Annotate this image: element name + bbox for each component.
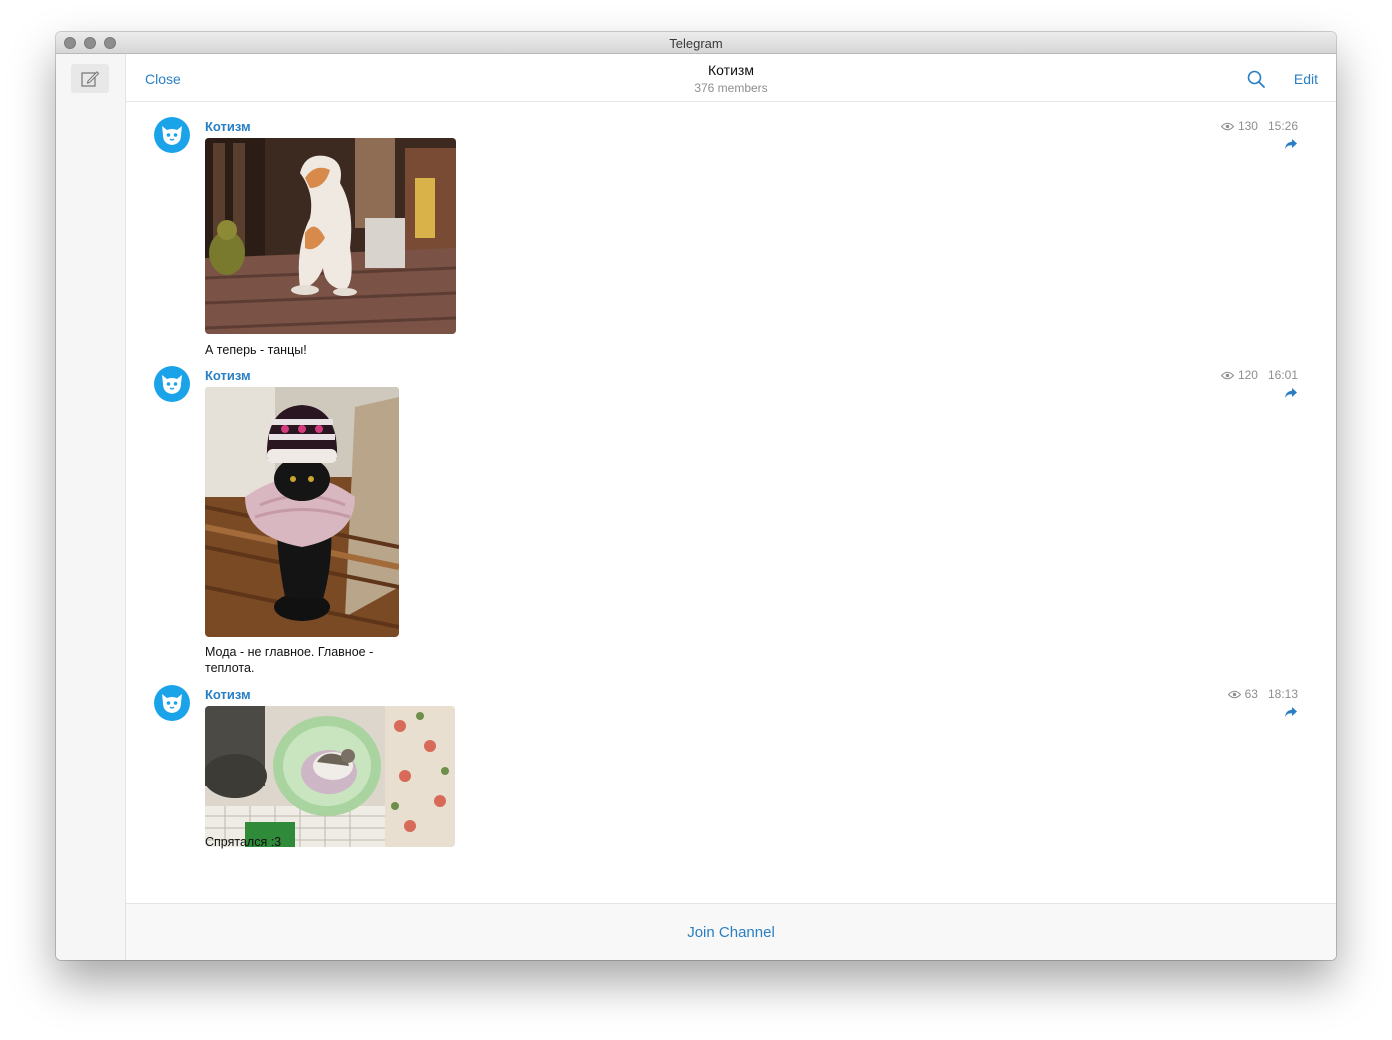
cat-face-icon: [162, 694, 182, 713]
message-author[interactable]: Котизм: [205, 119, 251, 134]
share-button[interactable]: [1284, 137, 1298, 149]
message: Котизм 130 15:26 А теперь - танцы!: [126, 117, 1336, 357]
message-photo[interactable]: [205, 706, 455, 847]
message-author[interactable]: Котизм: [205, 368, 251, 383]
member-count: 376 members: [694, 81, 768, 95]
channel-avatar[interactable]: [154, 366, 190, 402]
eye-icon: [1227, 690, 1241, 698]
dancing-cat-photo: [205, 138, 456, 334]
cat-in-bucket-photo: [205, 706, 455, 847]
share-arrow-icon: [1285, 707, 1297, 717]
compose-icon: [81, 70, 100, 87]
chat-title: Котизм: [708, 62, 754, 78]
share-arrow-icon: [1285, 388, 1297, 398]
compose-button[interactable]: [71, 64, 109, 93]
edit-button[interactable]: Edit: [1294, 71, 1318, 87]
message: Котизм 120 16:01 Мода - не главное. Глав…: [126, 366, 1336, 676]
eye-icon: [1220, 122, 1234, 130]
eye-icon: [1220, 371, 1234, 379]
title-bar[interactable]: Telegram: [56, 32, 1336, 54]
message-photo[interactable]: [205, 387, 399, 637]
message-caption: Мода - не главное. Главное - теплота.: [205, 645, 374, 675]
search-icon: [1247, 70, 1265, 88]
cat-face-icon: [162, 375, 182, 394]
message-caption: А теперь - танцы!: [205, 343, 307, 357]
telegram-window: Telegram Close Котизм 376 members Edit К…: [56, 32, 1336, 960]
view-count: 130: [1237, 119, 1258, 133]
message-meta: 120 16:01: [1220, 368, 1298, 382]
cat-face-icon: [162, 126, 182, 145]
view-count: 63: [1244, 687, 1258, 701]
message-author[interactable]: Котизм: [205, 687, 251, 702]
message-history[interactable]: Котизм 130 15:26 А теперь - танцы! Котиз…: [126, 103, 1336, 903]
sidebar: [56, 54, 126, 960]
channel-avatar[interactable]: [154, 117, 190, 153]
search-button[interactable]: [1246, 69, 1266, 89]
message-time: 18:13: [1267, 687, 1298, 701]
share-arrow-icon: [1285, 139, 1297, 149]
chat-pane: Close Котизм 376 members Edit Котизм 130…: [126, 54, 1336, 960]
channel-avatar[interactable]: [154, 685, 190, 721]
join-channel-button[interactable]: Join Channel: [687, 924, 775, 941]
message-meta: 63 18:13: [1227, 687, 1298, 701]
join-channel-bar: Join Channel: [126, 903, 1336, 960]
message-caption: Спрятался :3: [205, 835, 282, 849]
chat-header: Close Котизм 376 members Edit: [126, 54, 1336, 102]
cat-in-hat-photo: [205, 387, 399, 637]
message-time: 15:26: [1267, 119, 1298, 133]
share-button[interactable]: [1284, 386, 1298, 398]
message-meta: 130 15:26: [1220, 119, 1298, 133]
window-title: Telegram: [669, 36, 723, 51]
message: Котизм 63 18:13 Спрятался:3: [126, 685, 1336, 875]
share-button[interactable]: [1284, 705, 1298, 717]
view-count: 120: [1237, 368, 1258, 382]
message-photo[interactable]: [205, 138, 456, 334]
message-time: 16:01: [1267, 368, 1298, 382]
